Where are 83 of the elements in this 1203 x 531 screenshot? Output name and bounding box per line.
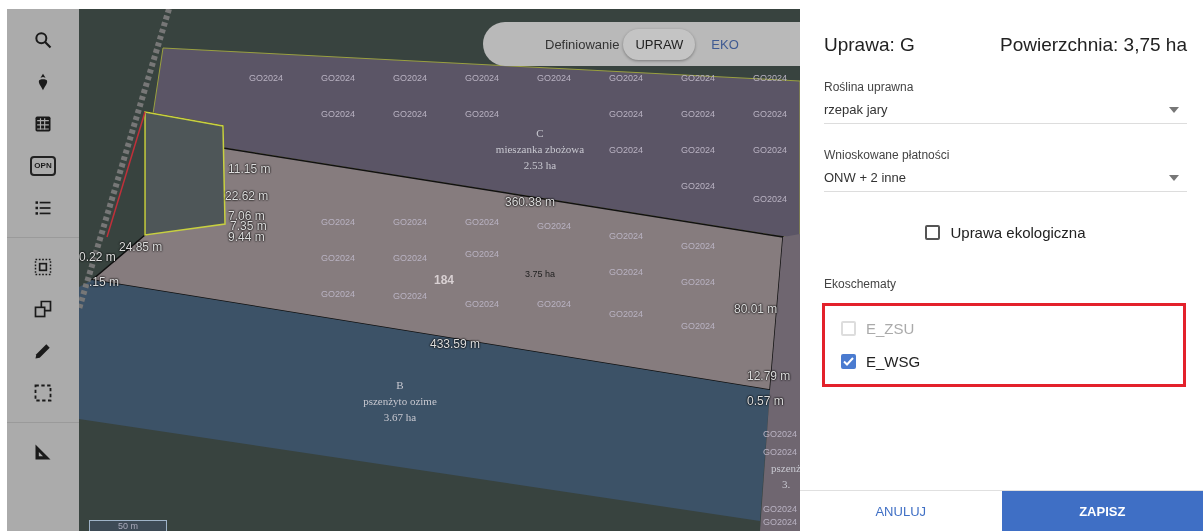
tile-label: GO2024	[393, 73, 428, 83]
tile-label: GO2024	[321, 73, 356, 83]
area-label: 3.75 ha	[525, 269, 556, 279]
tile-label: GO2024	[321, 217, 356, 227]
tile-label: GO2024	[465, 109, 500, 119]
tile-label: GO2024	[681, 241, 716, 251]
tile-label: GO2024	[681, 277, 716, 287]
tile-label: GO2024	[609, 309, 644, 319]
search-icon	[33, 30, 53, 50]
tile-label: GO2024	[321, 253, 356, 263]
save-button[interactable]: ZAPISZ	[1001, 490, 1203, 531]
distance-label: 9.44 m	[228, 230, 265, 244]
parcel-number: 184	[434, 273, 455, 287]
tile-label: GO2024	[393, 291, 428, 301]
tile-label: GO2024	[753, 73, 788, 83]
distance-label: 0.22 m	[79, 250, 116, 264]
tile-label: GO2024	[609, 267, 644, 277]
distance-label: 0.57 m	[747, 394, 784, 408]
area-title: Powierzchnia: 3,75 ha	[1000, 34, 1187, 56]
distance-label: 11.15 m	[228, 162, 271, 176]
tile-label: GO2024	[609, 109, 644, 119]
distance-label: 7.06 m	[228, 209, 265, 223]
tile-label: GO2024	[465, 217, 500, 227]
tile-label: GO2024	[763, 517, 798, 527]
tile-label: GO2024	[609, 231, 644, 241]
checkbox[interactable]: E_WSG	[841, 353, 1183, 370]
parcel-label: C	[536, 127, 544, 139]
parcel-label: 3.67 ha	[383, 411, 417, 423]
distance-label: 12.79 m	[747, 369, 791, 383]
tile-label: GO2024	[537, 299, 572, 309]
tile-label: GO2024	[321, 109, 356, 119]
copy-icon	[33, 299, 53, 319]
section-label: Ekoschematy	[824, 277, 898, 291]
pencil-icon	[33, 341, 53, 361]
parcel-label: pszenżyto ozime	[363, 395, 437, 407]
tile-label: GO2024	[465, 299, 500, 309]
parcel-shape[interactable]	[150, 47, 800, 240]
tile-label: GO2024	[321, 289, 356, 299]
distance-label: 433.59 m	[430, 337, 481, 351]
checkbox[interactable]: Uprawa ekologiczna	[925, 224, 1086, 241]
tile-label: GO2024	[681, 321, 716, 331]
select-icon	[33, 257, 53, 277]
tile-label: GO2024	[763, 447, 798, 457]
list-icon	[33, 198, 53, 218]
tile-label: GO2024	[681, 109, 716, 119]
tile-label: GO2024	[393, 253, 428, 263]
tile-label: GO2024	[393, 109, 428, 119]
tile-label: GO2024	[465, 73, 500, 83]
tile-label: GO2024	[537, 73, 572, 83]
caret-icon	[1169, 106, 1179, 113]
mode-option[interactable]: EKO	[699, 28, 751, 60]
parcel-label: 3.	[781, 478, 791, 490]
select-field[interactable]: Wnioskowane płatności ONW + 2 inne	[824, 148, 1187, 192]
tile-label: GO2024	[763, 504, 798, 514]
tile-label: GO2024	[249, 73, 284, 83]
grid-icon	[33, 114, 53, 134]
dashed-frame-icon	[33, 383, 53, 403]
tile-label: GO2024	[681, 73, 716, 83]
switch-label: Definiowanie	[545, 36, 620, 52]
tile-label: GO2024	[537, 221, 572, 231]
checkbox-square[interactable]	[925, 225, 941, 240]
caret-icon	[1169, 174, 1179, 181]
tile-label: GO2024	[465, 249, 500, 259]
parcel-label: B	[396, 379, 404, 391]
mode-option[interactable]: UPRAW	[623, 28, 696, 60]
tile-label: GO2024	[753, 145, 788, 155]
tile-label: GO2024	[609, 73, 644, 83]
parcel-label: mieszanka zbożowa	[495, 143, 585, 155]
select-field[interactable]: Roślina uprawna rzepak jary	[824, 80, 1187, 124]
tile-label: GO2024	[681, 145, 716, 155]
tile-label: GO2024	[393, 217, 428, 227]
parcel-label: pszenż	[771, 462, 800, 474]
tile-label: GO2024	[763, 429, 798, 439]
checkbox-square[interactable]	[841, 354, 856, 369]
tile-label: GO2024	[753, 109, 788, 119]
badge-button[interactable]: OPN	[21, 148, 65, 184]
distance-label: 22.62 m	[225, 189, 269, 203]
scale-bar: 50 m	[89, 520, 167, 531]
tile-label: GO2024	[681, 181, 716, 191]
tile-label: GO2024	[609, 145, 644, 155]
parcel-label: 2.53 ha	[523, 159, 557, 171]
panel-title: Uprawa: G	[824, 34, 915, 56]
tile-label: GO2024	[753, 194, 788, 204]
